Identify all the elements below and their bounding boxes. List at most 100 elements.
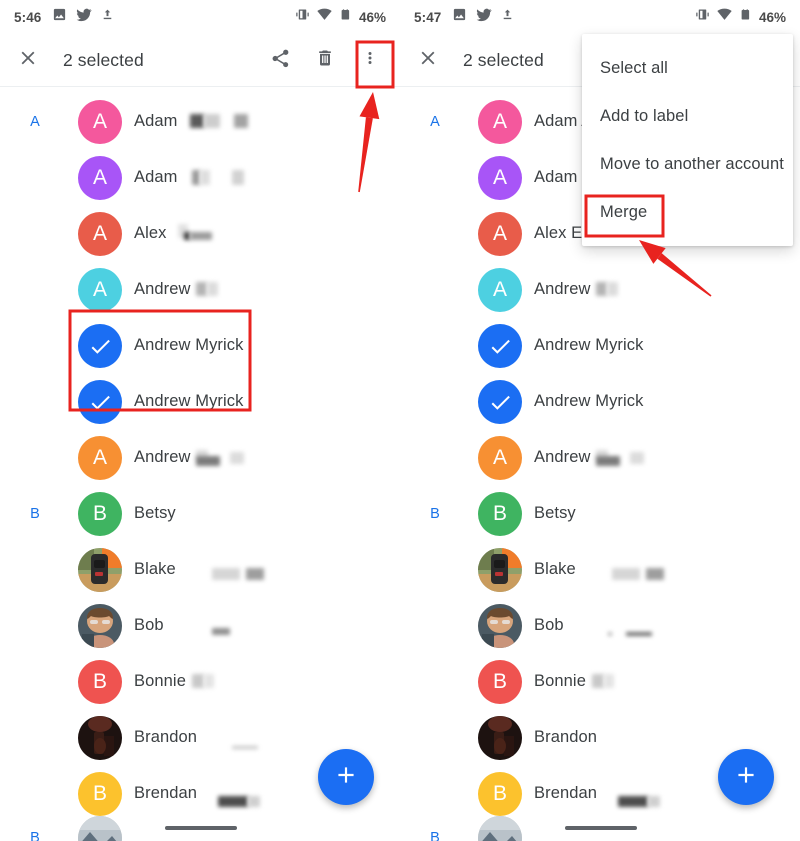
contact-name: Andrew Myrick xyxy=(134,336,244,354)
contact-list-item[interactable]: A Andrew xyxy=(400,430,800,486)
contact-list-item[interactable]: Andrew Myrick xyxy=(0,318,400,374)
contact-list-item[interactable]: A Andrew xyxy=(0,430,400,486)
contact-list-item[interactable]: B B Betsy xyxy=(0,486,400,542)
contact-list-item[interactable]: Andrew Myrick xyxy=(0,374,400,430)
contact-avatar-selected-check[interactable] xyxy=(478,324,522,368)
contact-list-item[interactable]: B Bonnie xyxy=(0,654,400,710)
screenshot-root: 5:46 46% 2 selected A A Adam A Adam A Alex A Andrew… xyxy=(0,0,800,841)
menu-item-move-to-another-account[interactable]: Move to another account xyxy=(582,140,793,188)
contact-list-item[interactable]: Bob xyxy=(400,598,800,654)
contact-list-item[interactable]: Blake xyxy=(0,542,400,598)
contact-avatar-letter[interactable]: A xyxy=(78,156,122,200)
contact-avatar-letter[interactable]: A xyxy=(478,212,522,256)
close-selection-button[interactable] xyxy=(13,46,43,76)
contact-avatar-letter[interactable]: A xyxy=(478,100,522,144)
close-icon xyxy=(417,47,439,74)
redacted-text-block xyxy=(248,796,260,807)
contact-name: Bonnie xyxy=(134,672,186,690)
contact-list-item[interactable]: A A Adam xyxy=(0,94,400,150)
status-bar-system-icons: 46% xyxy=(695,7,786,27)
contact-name: Betsy xyxy=(534,504,576,522)
contact-name: Andrew xyxy=(534,448,591,466)
contact-list-item[interactable]: Bob xyxy=(0,598,400,654)
menu-item-add-to-label[interactable]: Add to label xyxy=(582,92,793,140)
redacted-text-block xyxy=(592,674,604,688)
contact-avatar-selected-check[interactable] xyxy=(78,324,122,368)
contact-avatar-photo[interactable] xyxy=(78,816,122,841)
contact-name: Brendan xyxy=(534,784,598,802)
contact-list-item[interactable]: Blake xyxy=(400,542,800,598)
contact-name: Andrew xyxy=(534,280,591,298)
contact-avatar-letter[interactable]: A xyxy=(78,436,122,480)
contact-avatar-letter[interactable]: B xyxy=(478,492,522,536)
overflow-menu-button[interactable] xyxy=(357,48,383,74)
contact-name: Betsy xyxy=(134,504,176,522)
contact-avatar-letter[interactable]: A xyxy=(78,212,122,256)
contact-avatar-selected-check[interactable] xyxy=(478,380,522,424)
plus-icon xyxy=(733,762,759,793)
contact-avatar-photo[interactable] xyxy=(78,604,122,648)
contact-name: Andrew xyxy=(134,448,191,466)
contact-avatar-photo[interactable] xyxy=(478,816,522,841)
share-button[interactable] xyxy=(267,48,293,74)
delete-button[interactable] xyxy=(312,48,338,74)
selection-app-bar: 2 selected xyxy=(0,34,400,87)
menu-item-merge[interactable]: Merge xyxy=(582,188,793,236)
contact-list-item[interactable]: A Alex xyxy=(0,206,400,262)
phone-screen-right: 5:47 46% 2 selected A A Adam A A Adam W A Alex Er… xyxy=(400,0,800,841)
status-bar-notification-icons xyxy=(52,7,114,28)
wifi-icon xyxy=(317,7,332,27)
check-icon xyxy=(88,390,113,415)
menu-top-padding xyxy=(582,34,793,44)
redacted-text-block xyxy=(607,282,618,296)
redacted-text-block xyxy=(190,114,204,128)
menu-item-select-all[interactable]: Select all xyxy=(582,44,793,92)
contact-list-item[interactable]: A Andrew xyxy=(400,262,800,318)
redacted-text-block xyxy=(596,456,620,466)
contact-avatar-letter[interactable]: A xyxy=(78,268,122,312)
contact-list-item[interactable]: B Bonnie xyxy=(400,654,800,710)
contact-avatar-photo[interactable] xyxy=(478,716,522,760)
redacted-text-block xyxy=(232,170,244,185)
twitter-icon xyxy=(476,7,493,28)
contact-avatar-photo[interactable] xyxy=(478,604,522,648)
contact-list-item[interactable]: A Adam xyxy=(0,150,400,206)
contact-avatar-letter[interactable]: A xyxy=(478,268,522,312)
add-contact-fab[interactable] xyxy=(318,749,374,805)
contact-avatar-photo[interactable] xyxy=(78,716,122,760)
redacted-text-block xyxy=(234,114,248,128)
overflow-menu-icon xyxy=(361,49,379,72)
upload-icon xyxy=(101,8,114,26)
contact-list-item[interactable]: Andrew Myrick xyxy=(400,318,800,374)
contact-avatar-letter[interactable]: A xyxy=(478,156,522,200)
contact-avatar-selected-check[interactable] xyxy=(78,380,122,424)
contact-list[interactable]: A A Adam A Adam A Alex A Andrew Andrew Myrick Andr… xyxy=(0,87,400,841)
upload-icon xyxy=(501,8,514,26)
status-bar-time: 5:47 xyxy=(414,9,442,25)
redacted-text-block xyxy=(218,796,248,807)
section-header-letter: B xyxy=(30,506,40,522)
add-contact-fab[interactable] xyxy=(718,749,774,805)
section-header-letter: A xyxy=(30,114,40,130)
contact-avatar-letter[interactable]: A xyxy=(78,100,122,144)
contact-avatar-letter[interactable]: B xyxy=(78,492,122,536)
contact-avatar-photo[interactable] xyxy=(78,548,122,592)
contact-avatar-photo[interactable] xyxy=(478,548,522,592)
check-icon xyxy=(488,334,513,359)
contact-name: Andrew Myrick xyxy=(534,392,644,410)
contact-name: Blake xyxy=(134,560,176,578)
redacted-text-block xyxy=(232,746,258,749)
redacted-text-block xyxy=(196,456,220,466)
contact-list-item[interactable]: B B Betsy xyxy=(400,486,800,542)
phone-screen-left: 5:46 46% 2 selected A A Adam A Adam A Alex A Andrew… xyxy=(0,0,400,841)
contact-list-item[interactable]: Andrew Myrick xyxy=(400,374,800,430)
contact-avatar-letter[interactable]: A xyxy=(478,436,522,480)
contact-name: Andrew xyxy=(134,280,191,298)
overflow-popup-menu[interactable]: Select all Add to label Move to another ac… xyxy=(582,34,793,246)
contact-list-item[interactable]: A Andrew xyxy=(0,262,400,318)
contact-avatar-letter[interactable]: B xyxy=(78,660,122,704)
vibrate-icon xyxy=(695,7,710,27)
close-selection-button[interactable] xyxy=(413,46,443,76)
contact-avatar-letter[interactable]: B xyxy=(478,660,522,704)
section-header-letter: A xyxy=(430,114,440,130)
